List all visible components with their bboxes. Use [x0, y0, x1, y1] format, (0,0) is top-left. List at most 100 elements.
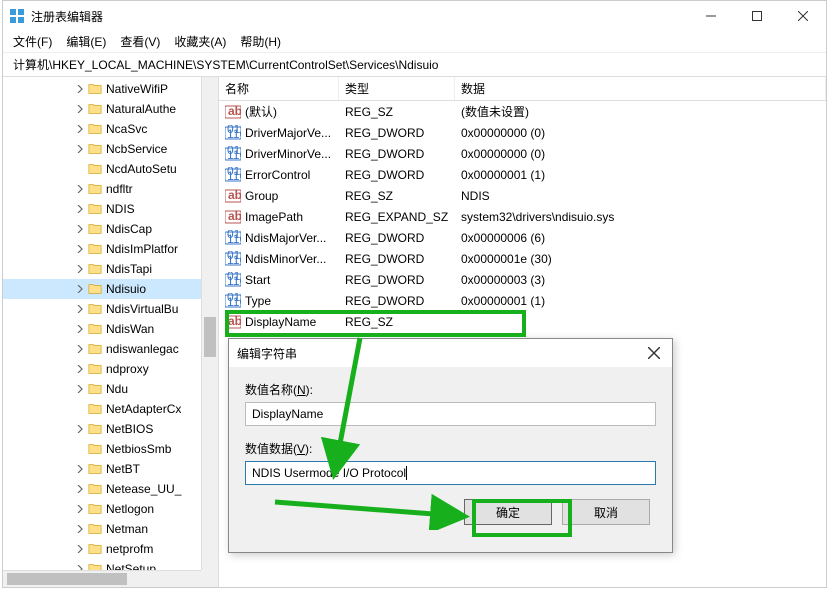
chevron-right-icon[interactable] — [73, 245, 87, 253]
value-data: 0x00000003 (3) — [455, 273, 826, 287]
value-name: ImagePath — [245, 210, 303, 224]
tree-panel[interactable]: NativeWifiPNaturalAutheNcaSvcNcbServiceN… — [3, 77, 219, 587]
close-button[interactable] — [780, 1, 826, 31]
chevron-right-icon[interactable] — [73, 365, 87, 373]
chevron-right-icon[interactable] — [73, 105, 87, 113]
tree-item-ndproxy[interactable]: ndproxy — [3, 359, 218, 379]
value-name: ErrorControl — [245, 168, 310, 182]
tree-item-netadaptercx[interactable]: NetAdapterCx — [3, 399, 218, 419]
chevron-right-icon[interactable] — [73, 465, 87, 473]
tree-item-ndistapi[interactable]: NdisTapi — [3, 259, 218, 279]
chevron-right-icon[interactable] — [73, 205, 87, 213]
tree-item-netbt[interactable]: NetBT — [3, 459, 218, 479]
chevron-right-icon[interactable] — [73, 225, 87, 233]
tree-scrollbar-vertical[interactable] — [201, 77, 218, 570]
chevron-right-icon[interactable] — [73, 485, 87, 493]
list-row[interactable]: NdisMinorVer...REG_DWORD0x0000001e (30) — [219, 248, 826, 269]
tree-item-naturalauthe[interactable]: NaturalAuthe — [3, 99, 218, 119]
list-row[interactable]: (默认)REG_SZ(数值未设置) — [219, 101, 826, 122]
menubar: 文件(F) 编辑(E) 查看(V) 收藏夹(A) 帮助(H) — [3, 31, 826, 53]
tree-item-netman[interactable]: Netman — [3, 519, 218, 539]
col-header-data[interactable]: 数据 — [455, 77, 826, 100]
binary-value-icon — [225, 125, 241, 141]
chevron-right-icon[interactable] — [73, 505, 87, 513]
folder-icon — [87, 342, 103, 356]
list-row[interactable]: DisplayNameREG_SZ — [219, 311, 826, 332]
tree-item-label: NcaSvc — [106, 122, 147, 136]
list-row[interactable]: NdisMajorVer...REG_DWORD0x00000006 (6) — [219, 227, 826, 248]
chevron-right-icon[interactable] — [73, 385, 87, 393]
minimize-button[interactable] — [688, 1, 734, 31]
chevron-right-icon[interactable] — [73, 265, 87, 273]
chevron-right-icon[interactable] — [73, 345, 87, 353]
value-name: DriverMinorVe... — [245, 147, 331, 161]
menu-file[interactable]: 文件(F) — [13, 33, 52, 50]
tree-item-ncbservice[interactable]: NcbService — [3, 139, 218, 159]
list-row[interactable]: DriverMinorVe...REG_DWORD0x00000000 (0) — [219, 143, 826, 164]
tree-item-nativewifip[interactable]: NativeWifiP — [3, 79, 218, 99]
list-row[interactable]: StartREG_DWORD0x00000003 (3) — [219, 269, 826, 290]
tree-item-label: Ndu — [106, 382, 128, 396]
titlebar: 注册表编辑器 — [3, 1, 826, 31]
menu-favorites[interactable]: 收藏夹(A) — [174, 33, 226, 50]
list-row[interactable]: ImagePathREG_EXPAND_SZsystem32\drivers\n… — [219, 206, 826, 227]
list-row[interactable]: DriverMajorVe...REG_DWORD0x00000000 (0) — [219, 122, 826, 143]
menu-view[interactable]: 查看(V) — [120, 33, 160, 50]
value-data-input[interactable]: NDIS Usermode I/O Protocol — [245, 461, 656, 485]
tree-item-label: NaturalAuthe — [106, 102, 176, 116]
list-row[interactable]: GroupREG_SZNDIS — [219, 185, 826, 206]
folder-icon — [87, 202, 103, 216]
list-row[interactable]: TypeREG_DWORD0x00000001 (1) — [219, 290, 826, 311]
tree-item-ncasvc[interactable]: NcaSvc — [3, 119, 218, 139]
tree-item-ndisvirtualbu[interactable]: NdisVirtualBu — [3, 299, 218, 319]
chevron-right-icon[interactable] — [73, 325, 87, 333]
chevron-right-icon[interactable] — [73, 285, 87, 293]
value-data: system32\drivers\ndisuio.sys — [455, 210, 826, 224]
value-name: NdisMajorVer... — [245, 231, 326, 245]
tree-item-ndiscap[interactable]: NdisCap — [3, 219, 218, 239]
tree-item-ndiswanlegac[interactable]: ndiswanlegac — [3, 339, 218, 359]
tree-item-netbios[interactable]: NetBIOS — [3, 419, 218, 439]
list-row[interactable]: ErrorControlREG_DWORD0x00000001 (1) — [219, 164, 826, 185]
list-header: 名称 类型 数据 — [219, 77, 826, 101]
tree-item-ndiswan[interactable]: NdisWan — [3, 319, 218, 339]
value-name-input[interactable]: DisplayName — [245, 402, 656, 426]
chevron-right-icon[interactable] — [73, 425, 87, 433]
tree-item-ndis[interactable]: NDIS — [3, 199, 218, 219]
dialog-title-text: 编辑字符串 — [237, 345, 644, 362]
chevron-right-icon[interactable] — [73, 125, 87, 133]
chevron-right-icon[interactable] — [73, 145, 87, 153]
tree-item-label: ndfltr — [106, 182, 133, 196]
string-value-icon — [225, 314, 241, 330]
col-header-type[interactable]: 类型 — [339, 77, 455, 100]
maximize-button[interactable] — [734, 1, 780, 31]
chevron-right-icon[interactable] — [73, 305, 87, 313]
chevron-right-icon[interactable] — [73, 185, 87, 193]
tree-item-netbiossmb[interactable]: NetbiosSmb — [3, 439, 218, 459]
menu-edit[interactable]: 编辑(E) — [66, 33, 106, 50]
tree-item-netease_uu_[interactable]: Netease_UU_ — [3, 479, 218, 499]
ok-button[interactable]: 确定 — [464, 499, 552, 525]
tree-item-ncdautosetu[interactable]: NcdAutoSetu — [3, 159, 218, 179]
dialog-close-button[interactable] — [644, 343, 664, 363]
tree-item-label: NdisTapi — [106, 262, 152, 276]
dialog-titlebar: 编辑字符串 — [229, 339, 672, 367]
tree-item-ndisimplatfor[interactable]: NdisImPlatfor — [3, 239, 218, 259]
chevron-right-icon[interactable] — [73, 525, 87, 533]
col-header-name[interactable]: 名称 — [219, 77, 339, 100]
tree-item-netprofm[interactable]: netprofm — [3, 539, 218, 559]
menu-help[interactable]: 帮助(H) — [240, 33, 281, 50]
tree-item-ndisuio[interactable]: Ndisuio — [3, 279, 218, 299]
chevron-right-icon[interactable] — [73, 545, 87, 553]
tree-item-netlogon[interactable]: Netlogon — [3, 499, 218, 519]
tree-scrollbar-horizontal[interactable] — [3, 570, 201, 587]
tree-item-ndfltr[interactable]: ndfltr — [3, 179, 218, 199]
tree-item-ndu[interactable]: Ndu — [3, 379, 218, 399]
folder-icon — [87, 222, 103, 236]
folder-icon — [87, 462, 103, 476]
chevron-right-icon[interactable] — [73, 85, 87, 93]
address-bar[interactable]: 计算机\HKEY_LOCAL_MACHINE\SYSTEM\CurrentCon… — [3, 53, 826, 77]
folder-icon — [87, 282, 103, 296]
cancel-button[interactable]: 取消 — [562, 499, 650, 525]
string-value-icon — [225, 104, 241, 120]
